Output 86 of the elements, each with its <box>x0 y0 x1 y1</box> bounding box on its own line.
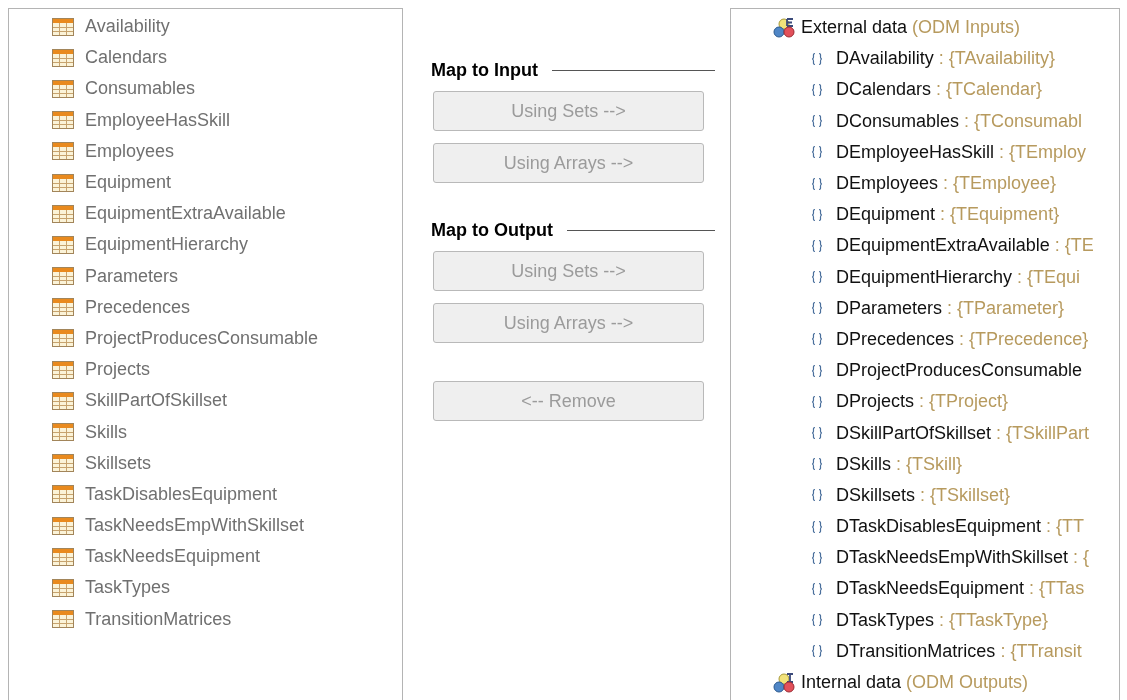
table-icon <box>52 142 74 161</box>
braces-icon <box>811 238 823 253</box>
tree-node[interactable]: External data (ODM Inputs) <box>801 17 1021 39</box>
tree-item[interactable]: DTaskNeedsEquipment : {TTas <box>836 578 1085 600</box>
tree-item[interactable]: DEquipment : {TEquipment} <box>836 204 1060 226</box>
braces-icon <box>811 488 823 503</box>
braces-icon <box>811 207 823 222</box>
tree-item[interactable]: DProjects : {TProject} <box>836 391 1009 413</box>
list-item[interactable]: Consumables <box>85 78 196 100</box>
tree-item[interactable]: DCalendars : {TCalendar} <box>836 79 1043 101</box>
table-icon <box>52 423 74 442</box>
section-heading: Map to Input <box>431 59 538 81</box>
table-icon <box>52 516 74 535</box>
table-icon <box>52 173 74 192</box>
tree-item[interactable]: DPrecedences : {TPrecedence} <box>836 328 1089 350</box>
table-icon <box>52 17 74 36</box>
list-item[interactable]: Projects <box>85 359 151 381</box>
list-item[interactable]: EmployeeHasSkill <box>85 109 231 131</box>
list-item[interactable]: Precedences <box>85 296 191 318</box>
tree-item[interactable]: DTaskDisablesEquipment : {TT <box>836 516 1085 538</box>
braces-icon <box>811 426 823 441</box>
tree-item[interactable]: DAvailability : {TAvailability} <box>836 48 1056 70</box>
braces-icon <box>811 613 823 628</box>
table-icon <box>52 454 74 473</box>
braces-icon <box>811 114 823 129</box>
list-item[interactable]: Parameters <box>85 265 179 287</box>
list-item[interactable]: ProjectProducesConsumable <box>85 327 319 349</box>
tree-item[interactable]: DEquipmentExtraAvailable : {TE <box>836 235 1094 257</box>
list-item[interactable]: TransitionMatrices <box>85 608 232 630</box>
tree-item[interactable]: DTaskTypes : {TTaskType} <box>836 609 1049 631</box>
external-data-icon <box>773 17 795 39</box>
list-item[interactable]: Calendars <box>85 47 168 69</box>
tree-node[interactable]: Internal data (ODM Outputs) <box>801 672 1029 694</box>
list-item[interactable]: TaskTypes <box>85 577 171 599</box>
list-item[interactable]: SkillPartOfSkillset <box>85 390 228 412</box>
tree-item[interactable]: DEmployeeHasSkill : {TEmploy <box>836 141 1087 163</box>
table-icon <box>52 391 74 410</box>
tree-item[interactable]: DConsumables : {TConsumabl <box>836 110 1083 132</box>
tree-item[interactable]: DParameters : {TParameter} <box>836 297 1065 319</box>
tree-item[interactable]: DSkillPartOfSkillset : {TSkillPart <box>836 422 1090 444</box>
table-icon <box>52 48 74 67</box>
table-icon <box>52 578 74 597</box>
braces-icon <box>811 550 823 565</box>
table-icon <box>52 267 74 286</box>
table-icon <box>52 547 74 566</box>
tree-item[interactable]: DTaskNeedsEmpWithSkillset : { <box>836 547 1090 569</box>
braces-icon <box>811 363 823 378</box>
table-icon <box>52 111 74 130</box>
list-item[interactable]: Availability <box>85 16 170 38</box>
braces-icon <box>811 145 823 160</box>
table-icon <box>52 485 74 504</box>
braces-icon <box>811 644 823 659</box>
list-item[interactable]: Employees <box>85 140 175 162</box>
braces-icon <box>811 270 823 285</box>
list-item[interactable]: Skills <box>85 421 127 443</box>
table-icon <box>52 610 74 629</box>
table-icon <box>52 235 74 254</box>
list-item[interactable]: Skillsets <box>85 452 151 474</box>
braces-icon <box>811 176 823 191</box>
list-item[interactable]: TaskDisablesEquipment <box>85 483 278 505</box>
braces-icon <box>811 519 823 534</box>
braces-icon <box>811 457 823 472</box>
braces-icon <box>811 301 823 316</box>
table-icon <box>52 298 74 317</box>
list-item[interactable]: Equipment <box>85 172 172 194</box>
list-item[interactable]: EquipmentHierarchy <box>85 234 249 256</box>
braces-icon <box>811 581 823 596</box>
table-icon <box>52 360 74 379</box>
tree-item[interactable]: DTransitionMatrices : {TTransit <box>836 640 1082 662</box>
table-icon <box>52 329 74 348</box>
list-item[interactable]: EquipmentExtraAvailable <box>85 203 286 225</box>
tree-item[interactable]: DSkillsets : {TSkillset} <box>836 484 1011 506</box>
section-heading: Map to Output <box>431 219 553 241</box>
braces-icon <box>811 82 823 97</box>
tree-item[interactable]: DEmployees : {TEmployee} <box>836 173 1057 195</box>
table-icon <box>52 79 74 98</box>
table-icon <box>52 204 74 223</box>
braces-icon <box>811 394 823 409</box>
list-item[interactable]: TaskNeedsEmpWithSkillset <box>85 515 305 537</box>
braces-icon <box>811 51 823 66</box>
braces-icon <box>811 332 823 347</box>
tree-item[interactable]: DSkills : {TSkill} <box>836 453 963 475</box>
list-item[interactable]: TaskNeedsEquipment <box>85 546 261 568</box>
internal-data-icon <box>773 672 795 694</box>
tree-item[interactable]: DProjectProducesConsumable <box>836 360 1083 382</box>
tree-item[interactable]: DEquipmentHierarchy : {TEqui <box>836 266 1081 288</box>
